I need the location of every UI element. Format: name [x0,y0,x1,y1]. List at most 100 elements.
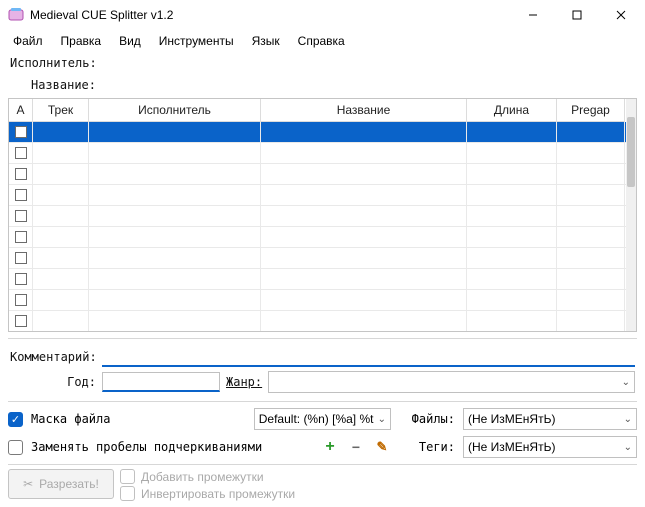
mask-label: Маска файла [31,412,110,426]
genre-combo[interactable]: ⌄ [268,371,635,393]
remove-mask-button[interactable]: − [347,438,365,456]
cell-pregap [557,290,625,310]
cell-length [467,248,557,268]
invert-gaps-label: Инвертировать промежутки [141,487,295,501]
col-checkbox[interactable]: A [9,99,33,122]
minimize-button[interactable] [511,1,555,29]
menu-help[interactable]: Справка [291,32,352,50]
cell-pregap [557,164,625,184]
row-checkbox-cell[interactable] [9,122,33,142]
table-row[interactable] [9,269,626,290]
cell-performer [89,122,261,142]
row-checkbox-cell[interactable] [9,269,33,289]
separator [8,338,637,339]
row-checkbox[interactable] [15,189,27,201]
cut-button[interactable]: ✂ Разрезать! [8,469,114,499]
table-row[interactable] [9,164,626,185]
col-track[interactable]: Трек [33,99,89,122]
cell-performer [89,248,261,268]
table-row[interactable] [9,143,626,164]
col-performer[interactable]: Исполнитель [89,99,261,122]
album-title-value [102,85,635,86]
cell-length [467,290,557,310]
chevron-down-icon: ⌄ [624,414,632,425]
cell-track [33,269,89,289]
row-checkbox-cell[interactable] [9,185,33,205]
comment-row: Комментарий: [0,345,645,369]
col-title[interactable]: Название [261,99,467,122]
invert-gaps-checkbox[interactable] [120,486,135,501]
col-length[interactable]: Длина [467,99,557,122]
col-pregap[interactable]: Pregap [557,99,625,122]
album-title-label: Название: [10,78,96,92]
table-row[interactable] [9,311,626,331]
menu-view[interactable]: Вид [112,32,148,50]
row-checkbox[interactable] [15,252,27,264]
row-checkbox-cell[interactable] [9,206,33,226]
row-checkbox-cell[interactable] [9,311,33,331]
menu-tools[interactable]: Инструменты [152,32,241,50]
cell-length [467,185,557,205]
table-row[interactable] [9,206,626,227]
chevron-down-icon: ⌄ [622,377,630,388]
row-checkbox-cell[interactable] [9,290,33,310]
mask-combo[interactable]: Default: (%n) [%a] %t ⌄ [254,408,391,430]
cell-track [33,311,89,331]
cell-performer [89,185,261,205]
row-checkbox[interactable] [15,315,27,327]
scrollbar-thumb[interactable] [627,117,635,187]
table-row[interactable] [9,185,626,206]
row-checkbox[interactable] [15,126,27,138]
track-table: A Трек Исполнитель Название Длина Pregap [8,98,637,332]
cell-title [261,206,467,226]
cell-track [33,227,89,247]
cell-pregap [557,248,625,268]
year-input[interactable] [102,372,220,392]
cell-performer [89,143,261,163]
row-checkbox[interactable] [15,168,27,180]
tags-combo[interactable]: (Не ИзМЕнЯтЬ) ⌄ [463,436,637,458]
cell-performer [89,311,261,331]
row-checkbox[interactable] [15,147,27,159]
cell-title [261,185,467,205]
row-checkbox[interactable] [15,294,27,306]
replace-spaces-checkbox[interactable] [8,440,23,455]
maximize-button[interactable] [555,1,599,29]
row-checkbox-cell[interactable] [9,143,33,163]
cell-title [261,311,467,331]
table-row[interactable] [9,227,626,248]
cell-track [33,290,89,310]
mask-checkbox[interactable]: ✓ [8,412,23,427]
menu-file[interactable]: Файл [6,32,50,50]
table-row[interactable] [9,122,626,143]
comment-input[interactable] [102,347,635,367]
row-checkbox-cell[interactable] [9,248,33,268]
app-icon [8,7,24,23]
add-gaps-checkbox[interactable] [120,469,135,484]
row-checkbox[interactable] [15,273,27,285]
files-value: (Не ИзМЕнЯтЬ) [468,412,555,426]
row-checkbox-cell[interactable] [9,227,33,247]
cell-track [33,185,89,205]
menu-edit[interactable]: Правка [54,32,109,50]
menu-lang[interactable]: Язык [245,32,287,50]
chevron-down-icon: ⌄ [624,442,632,453]
cell-pregap [557,143,625,163]
table-row[interactable] [9,290,626,311]
row-checkbox-cell[interactable] [9,164,33,184]
row-checkbox[interactable] [15,231,27,243]
cell-length [467,227,557,247]
cell-performer [89,227,261,247]
cell-title [261,227,467,247]
edit-mask-button[interactable]: ✎ [373,438,391,456]
cell-pregap [557,122,625,142]
files-combo[interactable]: (Не ИзМЕнЯтЬ) ⌄ [463,408,637,430]
close-button[interactable] [599,1,643,29]
table-row[interactable] [9,248,626,269]
cell-track [33,206,89,226]
vertical-scrollbar[interactable] [626,99,636,331]
performer-label: Исполнитель: [10,56,96,70]
window-title: Medieval CUE Splitter v1.2 [30,8,511,22]
add-mask-button[interactable]: + [321,438,339,456]
row-checkbox[interactable] [15,210,27,222]
